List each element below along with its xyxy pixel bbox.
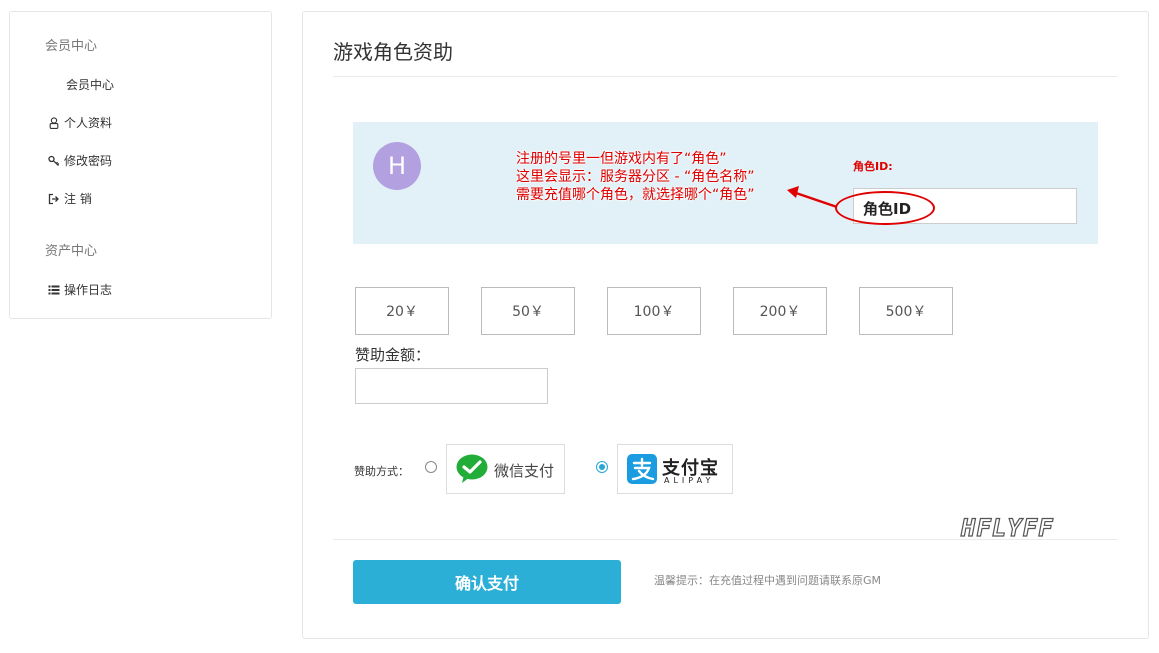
sidebar-item-change-password[interactable]: 修改密码 bbox=[48, 152, 112, 169]
sidebar-item-label: 注 销 bbox=[64, 192, 92, 206]
alipay-icon bbox=[627, 454, 657, 484]
confirm-payment-button[interactable]: 确认支付 bbox=[353, 560, 621, 604]
role-id-label: 角色ID: bbox=[853, 160, 893, 173]
annotation-note: 注册的号里一但游戏内有了“角色” 这里会显示：服务器分区 - “角色名称” 需要… bbox=[516, 150, 755, 204]
alipay-radio[interactable] bbox=[596, 461, 608, 473]
sidebar-heading-asset: 资产中心 bbox=[45, 244, 98, 259]
amount-button-50[interactable]: 50￥ bbox=[481, 287, 575, 335]
annotation-line: 注册的号里一但游戏内有了“角色” bbox=[516, 151, 727, 167]
sidebar: 会员中心 会员中心 个人资料 修改密码 注 销 资产中心 操作日志 bbox=[9, 11, 272, 319]
role-id-value: 角色ID bbox=[863, 200, 912, 218]
list-icon bbox=[48, 284, 60, 296]
hint-text: 温馨提示：在充值过程中遇到问题请联系原GM bbox=[654, 574, 882, 587]
alipay-sub-label: ALIPAY bbox=[664, 476, 715, 485]
amount-button-500[interactable]: 500￥ bbox=[859, 287, 953, 335]
amount-input[interactable] bbox=[355, 368, 548, 404]
wechat-pay-option[interactable]: 微信支付 bbox=[446, 444, 565, 494]
sidebar-item-profile[interactable]: 个人资料 bbox=[48, 114, 112, 131]
sidebar-item-label: 操作日志 bbox=[64, 283, 113, 297]
user-icon bbox=[48, 116, 60, 129]
bottom-divider bbox=[333, 539, 1118, 540]
amount-button-100[interactable]: 100￥ bbox=[607, 287, 701, 335]
sidebar-heading-member: 会员中心 bbox=[45, 39, 98, 54]
annotation-arrow-icon bbox=[787, 186, 838, 209]
avatar: H bbox=[373, 142, 421, 190]
sidebar-item-operation-log[interactable]: 操作日志 bbox=[48, 281, 112, 298]
amount-button-200[interactable]: 200￥ bbox=[733, 287, 827, 335]
sidebar-item-label: 会员中心 bbox=[66, 78, 115, 92]
sidebar-item-label: 修改密码 bbox=[64, 154, 113, 168]
page-title: 游戏角色资助 bbox=[333, 40, 453, 64]
wechat-pay-label: 微信支付 bbox=[494, 462, 555, 480]
wechat-radio[interactable] bbox=[425, 461, 437, 473]
main-panel: 游戏角色资助 H 注册的号里一但游戏内有了“角色” 这里会显示：服务器分区 - … bbox=[302, 11, 1149, 639]
amount-button-20[interactable]: 20￥ bbox=[355, 287, 449, 335]
annotation-line: 需要充值哪个角色，就选择哪个“角色” bbox=[516, 187, 755, 203]
wechat-pay-icon bbox=[456, 454, 488, 483]
logout-icon bbox=[48, 193, 60, 205]
annotation-line: 这里会显示：服务器分区 - “角色名称” bbox=[516, 169, 755, 185]
alipay-option[interactable]: 支付宝 ALIPAY bbox=[617, 444, 733, 494]
sidebar-item-label: 个人资料 bbox=[64, 116, 113, 130]
title-divider bbox=[333, 76, 1118, 77]
role-id-select[interactable]: 角色ID bbox=[853, 188, 1077, 224]
key-icon bbox=[48, 155, 60, 167]
amount-label: 赞助金额： bbox=[355, 346, 431, 364]
sidebar-item-member-center[interactable]: 会员中心 bbox=[66, 76, 114, 93]
payment-method-label: 赞助方式： bbox=[354, 465, 409, 478]
sidebar-item-logout[interactable]: 注 销 bbox=[48, 190, 92, 207]
watermark-logo: HFLYFF bbox=[960, 513, 1054, 542]
role-panel: H 注册的号里一但游戏内有了“角色” 这里会显示：服务器分区 - “角色名称” … bbox=[353, 122, 1098, 244]
